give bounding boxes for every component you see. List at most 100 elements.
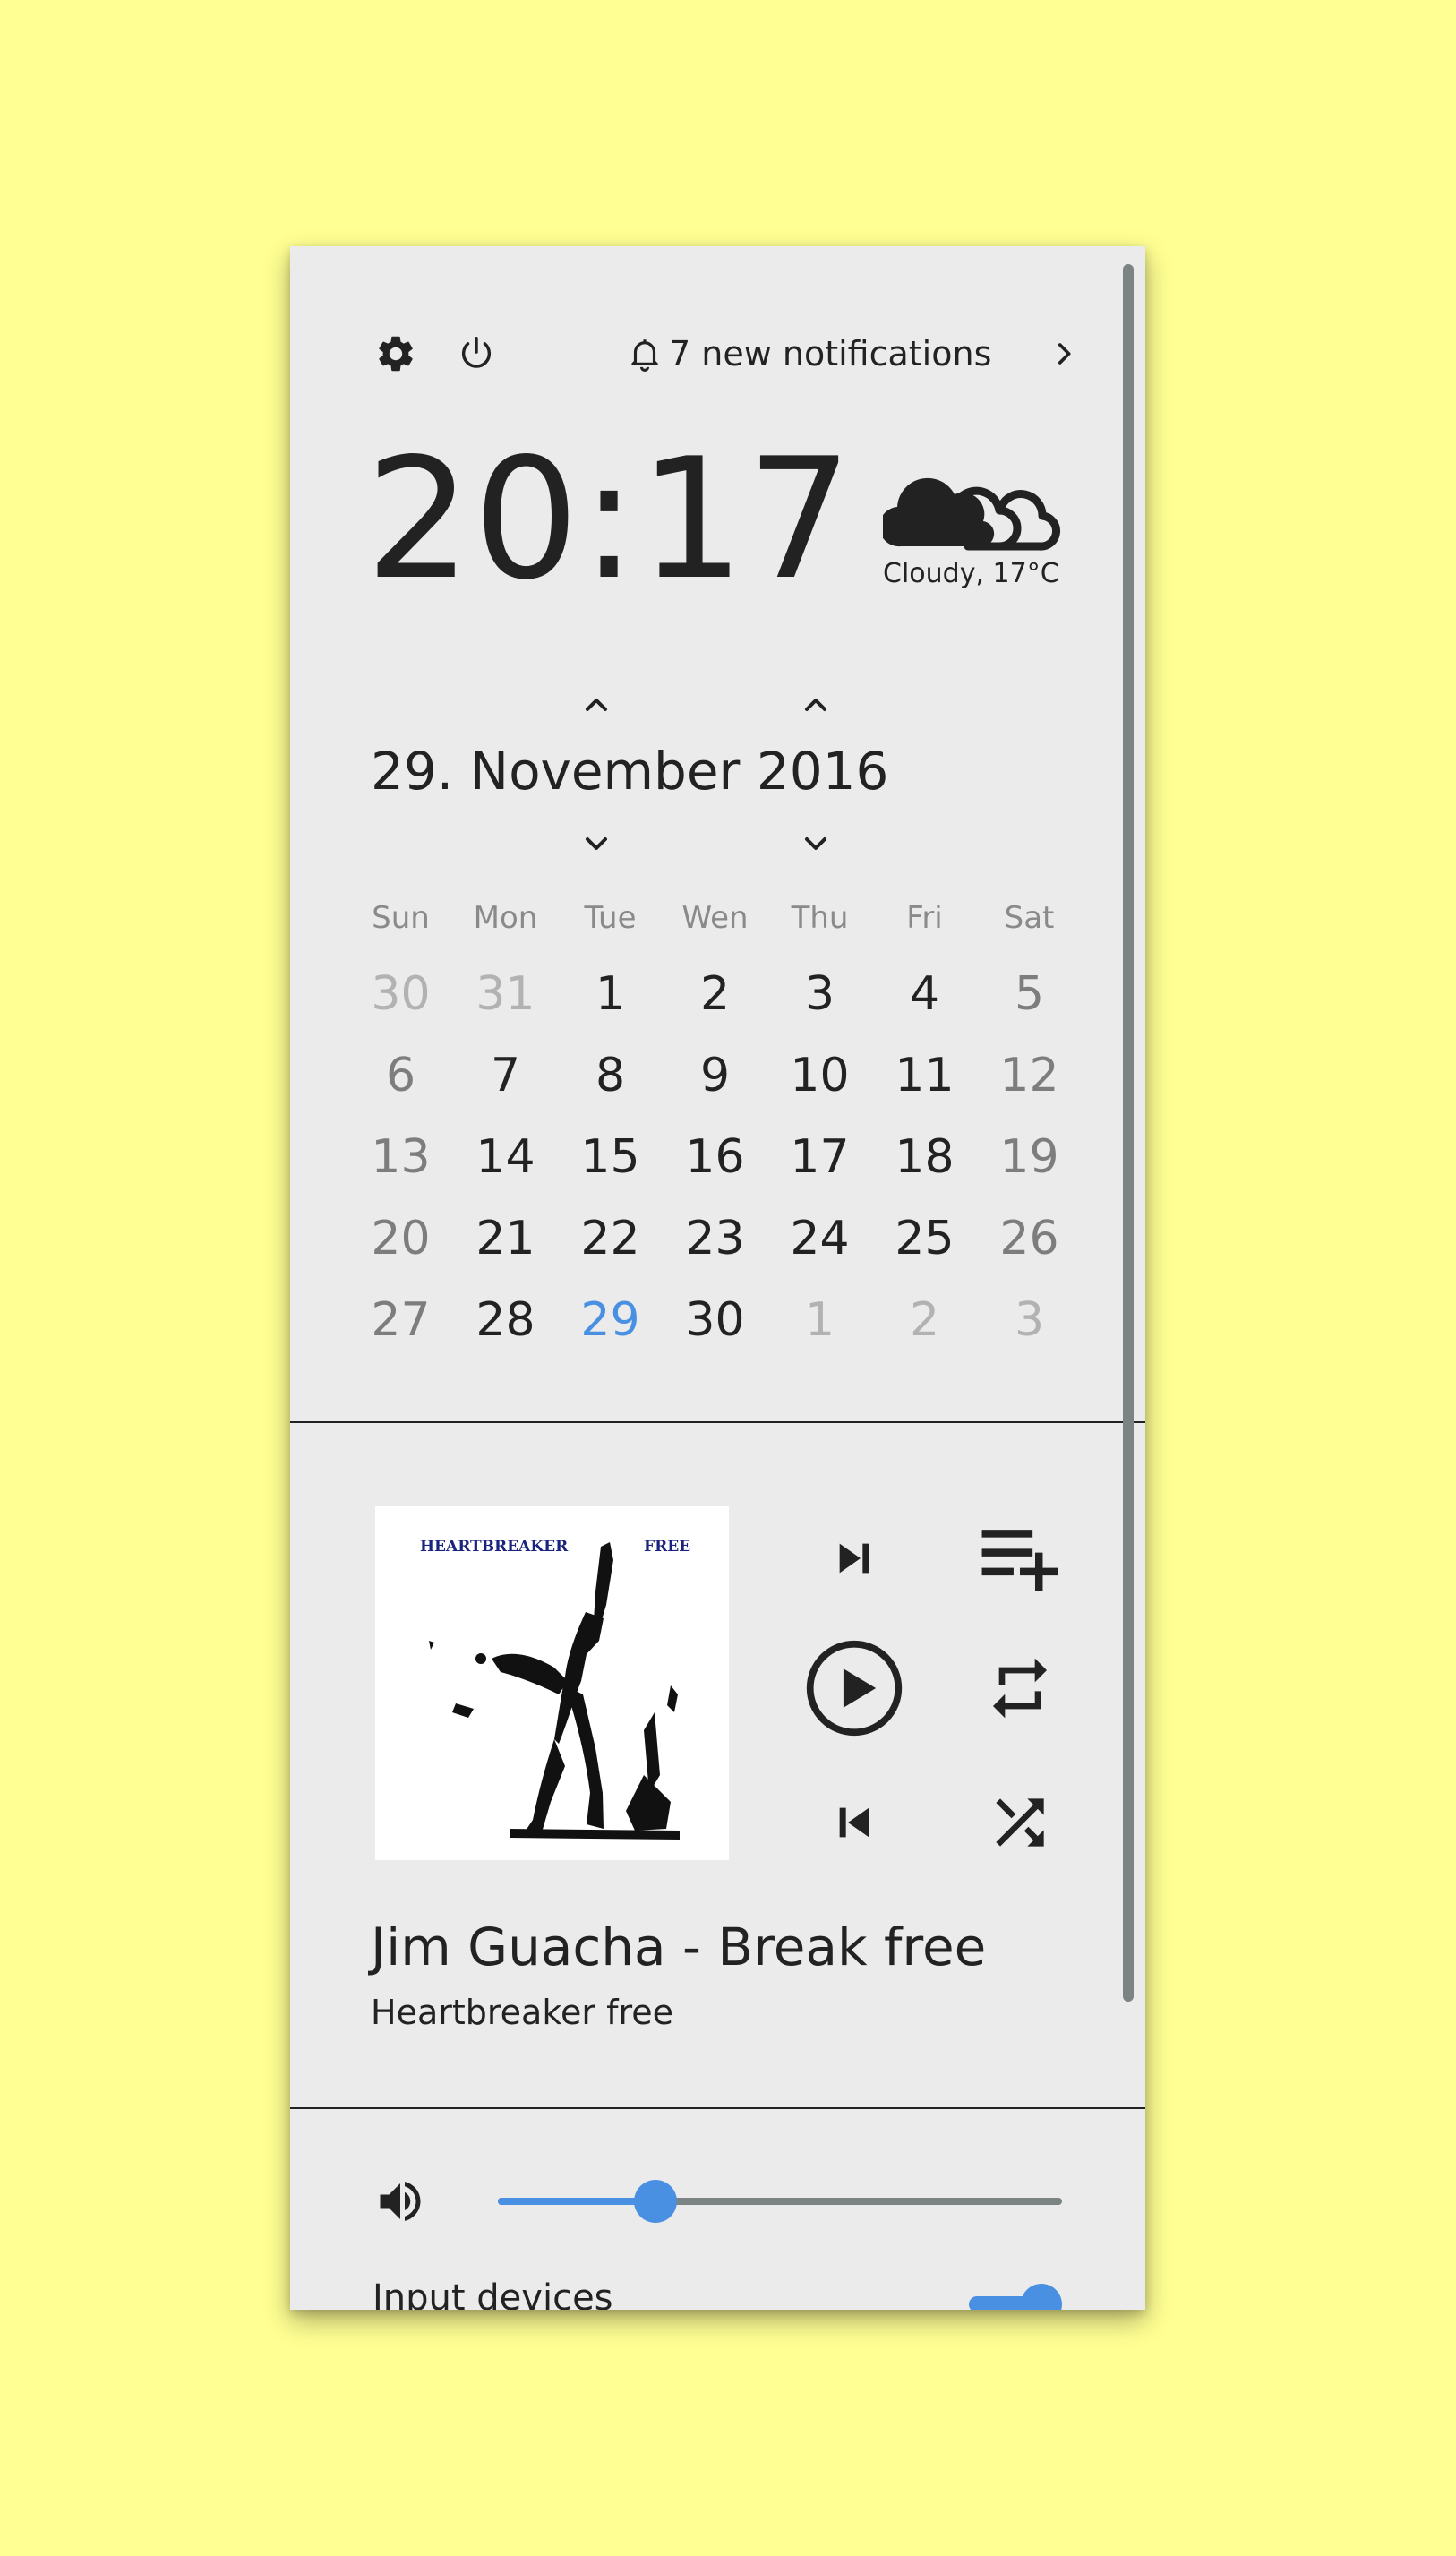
calendar-day[interactable]: 28 bbox=[453, 1293, 558, 1347]
clock-time: 20:17 bbox=[365, 422, 855, 616]
playlist-add-icon bbox=[981, 1530, 1058, 1591]
date-title: 29. November 2016 bbox=[371, 741, 889, 802]
chevron-right-icon bbox=[1058, 343, 1071, 365]
weather-text: Cloudy, 17°C bbox=[883, 558, 1059, 589]
volume-slider-thumb[interactable] bbox=[634, 2180, 678, 2223]
volume-slider[interactable] bbox=[498, 2180, 1062, 2223]
song-title: Jim Guacha - Break free bbox=[371, 1917, 987, 1977]
gear-icon bbox=[379, 336, 413, 372]
notifications-button[interactable]: 7 new notifications bbox=[626, 327, 991, 381]
calendar-day[interactable]: 12 bbox=[977, 1049, 1082, 1102]
shuffle-icon bbox=[996, 1798, 1044, 1847]
year-down-button[interactable] bbox=[796, 828, 835, 859]
calendar-day[interactable]: 31 bbox=[453, 967, 558, 1021]
calendar-day[interactable]: 14 bbox=[453, 1130, 558, 1184]
weekday-label: Tue bbox=[584, 900, 637, 936]
chevron-up-icon bbox=[805, 699, 826, 711]
calendar-day[interactable]: 7 bbox=[453, 1049, 558, 1102]
calendar-day[interactable]: 10 bbox=[767, 1049, 872, 1102]
calendar-day[interactable]: 26 bbox=[977, 1212, 1082, 1265]
calendar-day[interactable]: 13 bbox=[348, 1130, 453, 1184]
calendar-day[interactable]: 23 bbox=[663, 1212, 767, 1265]
section-divider bbox=[290, 2107, 1145, 2109]
calendar-day[interactable]: 16 bbox=[663, 1130, 767, 1184]
calendar-week-row: 6 7 8 9 10 11 12 bbox=[348, 1049, 1083, 1102]
power-button[interactable] bbox=[451, 329, 501, 379]
calendar-day[interactable]: 8 bbox=[558, 1049, 663, 1102]
calendar-day[interactable]: 1 bbox=[767, 1293, 872, 1347]
calendar-day[interactable]: 22 bbox=[558, 1212, 663, 1265]
calendar-day[interactable]: 25 bbox=[872, 1212, 977, 1265]
bell-icon bbox=[631, 339, 658, 372]
skip-previous-button[interactable] bbox=[818, 1787, 890, 1858]
calendar-day[interactable]: 4 bbox=[872, 967, 977, 1021]
skip-next-button[interactable] bbox=[818, 1522, 890, 1594]
quick-settings-panel: 7 new notifications 20:17 Cloudy, 17°C 2… bbox=[290, 246, 1145, 2310]
repeat-icon bbox=[993, 1658, 1047, 1719]
settings-button[interactable] bbox=[371, 329, 421, 379]
weekday-label: Mon bbox=[473, 900, 538, 936]
weekday-label: Sat bbox=[1004, 900, 1055, 936]
cloud-icon bbox=[878, 477, 1060, 551]
calendar-day[interactable]: 3 bbox=[977, 1293, 1082, 1347]
album-art: HEARTBREAKER FREE bbox=[375, 1506, 729, 1860]
chevron-down-icon bbox=[586, 837, 607, 850]
toggle-knob bbox=[1021, 2284, 1062, 2310]
year-up-button[interactable] bbox=[796, 690, 835, 720]
chevron-up-icon bbox=[586, 699, 607, 711]
calendar-day[interactable]: 27 bbox=[348, 1293, 453, 1347]
calendar-week-row: 20 21 22 23 24 25 26 bbox=[348, 1212, 1083, 1265]
calendar-day[interactable]: 2 bbox=[872, 1293, 977, 1347]
calendar-week-row: 13 14 15 16 17 18 19 bbox=[348, 1130, 1083, 1184]
input-devices-toggle[interactable] bbox=[969, 2284, 1062, 2310]
calendar-day[interactable]: 1 bbox=[558, 967, 663, 1021]
album-art-title-left: HEARTBREAKER bbox=[420, 1538, 569, 1556]
skip-next-icon bbox=[839, 1543, 869, 1574]
volume-icon bbox=[380, 2182, 421, 2221]
weekday-header: Sun Mon Tue Wen Thu Fri Sat bbox=[348, 900, 1083, 936]
album-name: Heartbreaker free bbox=[371, 1993, 673, 2032]
calendar-day-today[interactable]: 29 bbox=[558, 1293, 663, 1347]
weekday-label: Fri bbox=[906, 900, 943, 936]
repeat-button[interactable] bbox=[980, 1648, 1060, 1728]
calendar-day[interactable]: 9 bbox=[663, 1049, 767, 1102]
skip-previous-icon bbox=[839, 1807, 869, 1838]
calendar-day[interactable]: 2 bbox=[663, 967, 767, 1021]
scrollbar[interactable] bbox=[1123, 264, 1134, 2002]
weekday-label: Sun bbox=[372, 900, 430, 936]
calendar-day[interactable]: 19 bbox=[977, 1130, 1082, 1184]
volume-slider-fill bbox=[498, 2198, 656, 2205]
calendar-week-row: 27 28 29 30 1 2 3 bbox=[348, 1293, 1083, 1347]
calendar-day[interactable]: 5 bbox=[977, 967, 1082, 1021]
month-up-button[interactable] bbox=[577, 690, 616, 720]
weekday-label: Wen bbox=[681, 900, 749, 936]
calendar-day[interactable]: 21 bbox=[453, 1212, 558, 1265]
playlist-add-button[interactable] bbox=[975, 1518, 1065, 1599]
calendar-day[interactable]: 30 bbox=[663, 1293, 767, 1347]
calendar-week-row: 30 31 1 2 3 4 5 bbox=[348, 967, 1083, 1021]
calendar-day[interactable]: 3 bbox=[767, 967, 872, 1021]
calendar-day[interactable]: 6 bbox=[348, 1049, 453, 1102]
notifications-label: 7 new notifications bbox=[669, 334, 992, 373]
volume-button[interactable] bbox=[371, 2172, 430, 2231]
play-button[interactable] bbox=[796, 1630, 912, 1746]
calendar-day[interactable]: 18 bbox=[872, 1130, 977, 1184]
calendar-day[interactable]: 17 bbox=[767, 1130, 872, 1184]
chevron-down-icon bbox=[805, 837, 826, 850]
calendar-day[interactable]: 30 bbox=[348, 967, 453, 1021]
calendar-day[interactable]: 15 bbox=[558, 1130, 663, 1184]
calendar-day[interactable]: 11 bbox=[872, 1049, 977, 1102]
play-icon bbox=[806, 1640, 903, 1737]
album-art-image: HEARTBREAKER FREE bbox=[375, 1506, 729, 1860]
month-down-button[interactable] bbox=[577, 828, 616, 859]
shuffle-button[interactable] bbox=[980, 1782, 1060, 1863]
calendar-day[interactable]: 20 bbox=[348, 1212, 453, 1265]
notifications-open-button[interactable] bbox=[1042, 332, 1085, 375]
album-art-title-right: FREE bbox=[644, 1538, 690, 1556]
section-divider bbox=[290, 1421, 1145, 1423]
input-devices-label: Input devices bbox=[373, 2277, 613, 2310]
weekday-label: Thu bbox=[791, 900, 849, 936]
calendar-day[interactable]: 24 bbox=[767, 1212, 872, 1265]
weather-widget bbox=[878, 466, 1062, 551]
power-icon bbox=[461, 337, 492, 368]
